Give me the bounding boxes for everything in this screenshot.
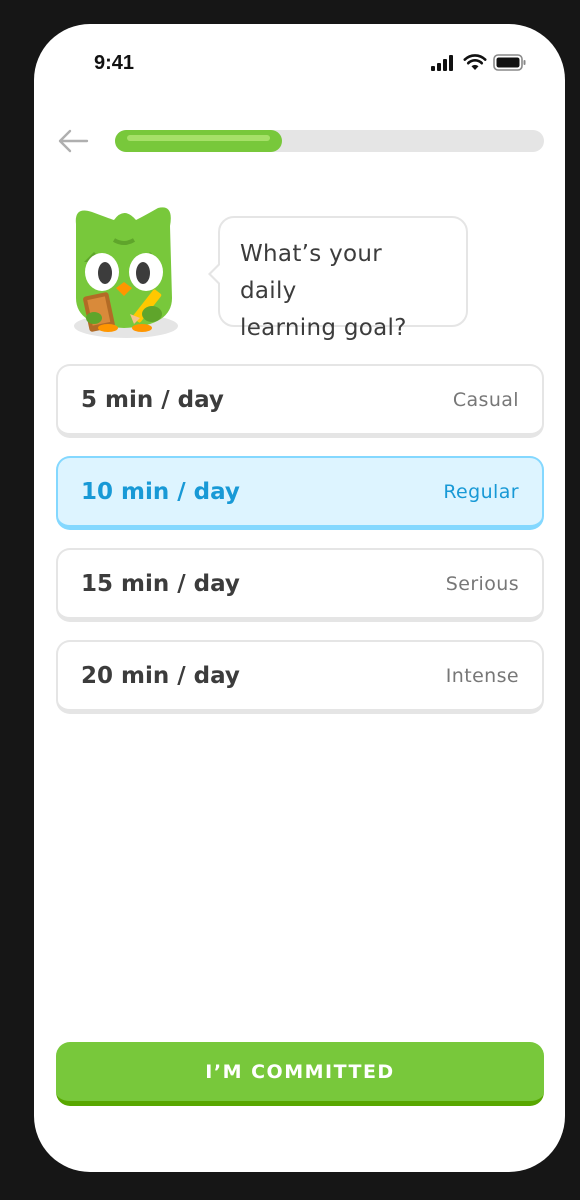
speech-bubble: What’s your daily learning goal? [208,216,468,341]
status-icons [431,54,527,71]
goal-option-10-min[interactable]: 10 min / day Regular [56,456,544,530]
question-line-2: learning goal? [240,315,407,341]
status-time: 9:41 [94,52,135,74]
progress-bar [115,130,544,152]
goal-option-20-min[interactable]: 20 min / day Intense [56,640,544,714]
wifi-icon [463,54,487,70]
goal-option-level: Casual [452,388,519,411]
commit-button-label: I’M COMMITTED [205,1060,395,1083]
commit-button[interactable]: I’M COMMITTED [56,1042,544,1106]
goal-options-list: 5 min / day Casual 10 min / day Regular … [56,364,544,732]
phone-screen: 9:41 What’s your daily learning goal? 5 … [34,24,565,1172]
question-text: What’s your daily learning goal? [240,236,446,347]
battery-icon [493,54,526,71]
owl-mascot [74,207,178,338]
goal-option-time: 10 min / day [81,478,240,505]
progress-fill [115,130,282,152]
back-button[interactable] [56,124,90,158]
goal-option-level: Intense [445,664,519,687]
goal-option-5-min[interactable]: 5 min / day Casual [56,364,544,438]
goal-option-level: Serious [445,572,519,595]
goal-option-time: 15 min / day [81,570,240,597]
progress-shine [127,135,270,141]
signal-icon [431,54,453,71]
question-line-1: What’s your daily [240,241,383,304]
goal-option-time: 20 min / day [81,662,240,689]
goal-option-level: Regular [443,480,519,503]
arrow-left-icon [58,129,89,153]
goal-option-time: 5 min / day [81,386,224,413]
status-bar: 9:41 [34,24,565,104]
goal-option-15-min[interactable]: 15 min / day Serious [56,548,544,622]
